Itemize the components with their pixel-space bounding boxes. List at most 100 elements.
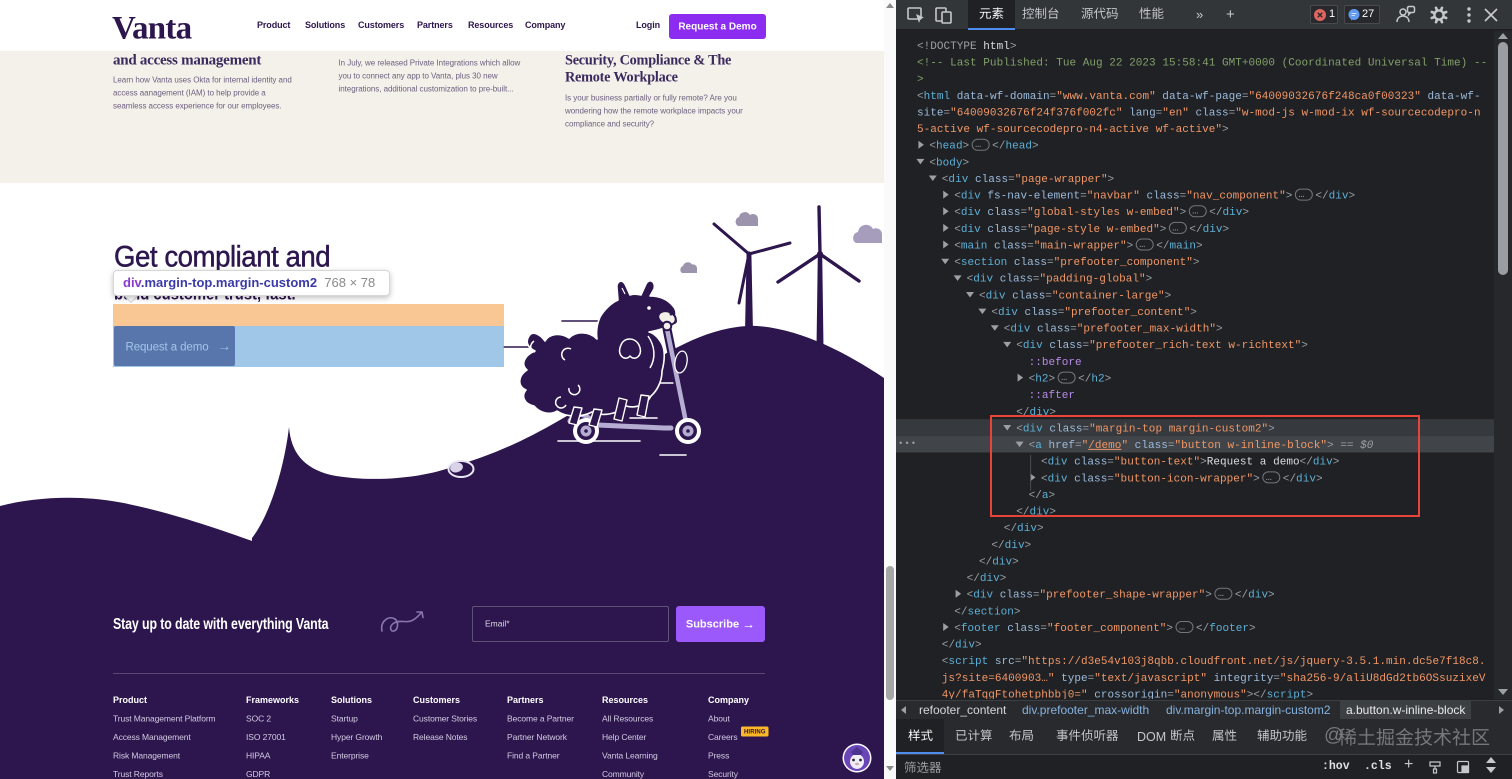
- svg-text:integrity: integrity: [1214, 673, 1274, 685]
- svg-text:"prefooter_shape-wrapper": "prefooter_shape-wrapper": [1040, 590, 1206, 602]
- svg-text:<: <: [954, 257, 961, 269]
- svg-text:=: =: [1167, 689, 1174, 699]
- svg-text:</: </: [1209, 207, 1222, 219]
- svg-text:class: class: [975, 174, 1008, 186]
- svg-text:div: div: [961, 224, 981, 236]
- svg-text:script: script: [948, 656, 988, 668]
- svg-text:"main-wrapper": "main-wrapper": [1034, 240, 1127, 252]
- svg-text:"w-mod-js w-mod-ix wf-sourceco: "w-mod-js w-mod-ix wf-sourcecodepro-n: [1235, 107, 1480, 119]
- svg-text:=: =: [1058, 307, 1065, 319]
- svg-text:"text/javascript": "text/javascript": [1094, 673, 1207, 685]
- svg-text:>: >: [1146, 274, 1153, 286]
- svg-text:>: >: [1010, 41, 1017, 53]
- svg-text:•••: •••: [898, 439, 917, 449]
- svg-text:>: >: [1180, 207, 1187, 219]
- svg-text:>: >: [1268, 590, 1275, 602]
- svg-text:>: >: [1348, 191, 1355, 203]
- svg-text:class: class: [1012, 290, 1045, 302]
- svg-text:<!DOCTYPE: <!DOCTYPE: [917, 41, 977, 53]
- svg-text:<: <: [917, 91, 924, 103]
- svg-text:head: head: [1005, 141, 1032, 153]
- svg-text:"navbar": "navbar": [1087, 191, 1140, 203]
- svg-text:>: >: [975, 640, 982, 652]
- svg-text:</: </: [979, 556, 992, 568]
- svg-text:<: <: [967, 590, 974, 602]
- svg-text:section: section: [961, 257, 1007, 269]
- svg-text:<: <: [954, 191, 961, 203]
- svg-text:=: =: [1027, 240, 1034, 252]
- svg-text:class: class: [1146, 191, 1179, 203]
- svg-text:<: <: [1004, 324, 1011, 336]
- svg-text:div: div: [1010, 324, 1030, 336]
- svg-text:class: class: [1000, 590, 1033, 602]
- svg-text:div: div: [961, 191, 981, 203]
- svg-text:lang: lang: [1129, 107, 1156, 119]
- svg-text:div: div: [961, 207, 981, 219]
- svg-text:div: div: [1023, 340, 1043, 352]
- svg-text:>: >: [1301, 340, 1308, 352]
- svg-text:>: >: [1247, 689, 1254, 699]
- svg-text:div: div: [980, 573, 1000, 585]
- svg-text:"prefooter_component": "prefooter_component": [1054, 257, 1193, 269]
- svg-text:src: src: [995, 656, 1015, 668]
- svg-text:…: …: [1179, 622, 1186, 633]
- svg-text:"page-wrapper": "page-wrapper": [1015, 174, 1108, 186]
- svg-text:</: </: [1253, 689, 1266, 699]
- svg-text:main: main: [961, 240, 988, 252]
- svg-text:data-wf-page: data-wf-page: [1162, 91, 1242, 103]
- svg-text:=: =: [944, 107, 951, 119]
- svg-text:=: =: [1021, 224, 1028, 236]
- svg-text:body: body: [936, 157, 963, 169]
- svg-text:=: =: [1050, 91, 1057, 103]
- svg-text:<: <: [942, 656, 949, 668]
- svg-text:"prefooter_content": "prefooter_content": [1064, 307, 1190, 319]
- svg-text:"64009032676f248ca0f00323": "64009032676f248ca0f00323": [1249, 91, 1421, 103]
- svg-text:>: >: [1160, 224, 1167, 236]
- svg-text:div: div: [973, 274, 993, 286]
- svg-text:::before: ::before: [1029, 357, 1082, 369]
- svg-text:=: =: [1080, 191, 1087, 203]
- svg-text:"64009032676f24f376f002fc": "64009032676f24f376f002fc": [950, 107, 1122, 119]
- svg-text:>: >: [1127, 240, 1134, 252]
- svg-text:>: >: [917, 74, 924, 86]
- svg-text:type: type: [1061, 673, 1088, 685]
- svg-text:footer: footer: [961, 623, 1001, 635]
- svg-text:=: =: [1047, 257, 1054, 269]
- svg-text:…: …: [1172, 223, 1179, 234]
- svg-text:>: >: [1037, 523, 1044, 535]
- svg-text:<: <: [979, 290, 986, 302]
- svg-text:=: =: [1088, 673, 1095, 685]
- svg-text:=: =: [1040, 623, 1047, 635]
- svg-text:</: </: [967, 573, 980, 585]
- svg-text:=: =: [1033, 590, 1040, 602]
- svg-text:>: >: [1166, 623, 1173, 635]
- svg-text:data-wf-domain: data-wf-domain: [957, 91, 1050, 103]
- svg-text:class: class: [987, 224, 1020, 236]
- svg-text:>: >: [1242, 207, 1249, 219]
- svg-text:js?site=6400903…": js?site=6400903…": [942, 673, 1055, 685]
- svg-text:>: >: [963, 157, 970, 169]
- svg-text:div: div: [998, 307, 1018, 319]
- svg-text:>: >: [1165, 290, 1172, 302]
- svg-text:=: =: [1015, 656, 1022, 668]
- svg-text:=: =: [1021, 207, 1028, 219]
- svg-text:5-active wf-sourcecodepro-n4-a: 5-active wf-sourcecodepro-n4-active wf-a…: [917, 124, 1222, 136]
- svg-text:"prefooter_rich-text w-richtex: "prefooter_rich-text w-richtext": [1089, 340, 1301, 352]
- svg-text:"global-styles w-embed": "global-styles w-embed": [1027, 207, 1179, 219]
- svg-text:div: div: [1248, 590, 1268, 602]
- svg-text:…: …: [1061, 373, 1068, 384]
- svg-text:>: >: [1196, 240, 1203, 252]
- svg-text:>: >: [1108, 174, 1115, 186]
- svg-text:>: >: [1216, 324, 1223, 336]
- svg-text:…: …: [975, 140, 982, 151]
- svg-text:"prefooter_max-width": "prefooter_max-width": [1077, 324, 1216, 336]
- svg-text:>: >: [1306, 689, 1313, 699]
- svg-text:</: </: [992, 141, 1005, 153]
- svg-text:>: >: [1223, 224, 1230, 236]
- svg-text:>: >: [1012, 556, 1019, 568]
- svg-text:"footer_component": "footer_component": [1047, 623, 1166, 635]
- svg-text:div: div: [1223, 207, 1243, 219]
- svg-text:=: =: [1273, 673, 1280, 685]
- svg-text:</: </: [1196, 623, 1209, 635]
- svg-text:<: <: [954, 623, 961, 635]
